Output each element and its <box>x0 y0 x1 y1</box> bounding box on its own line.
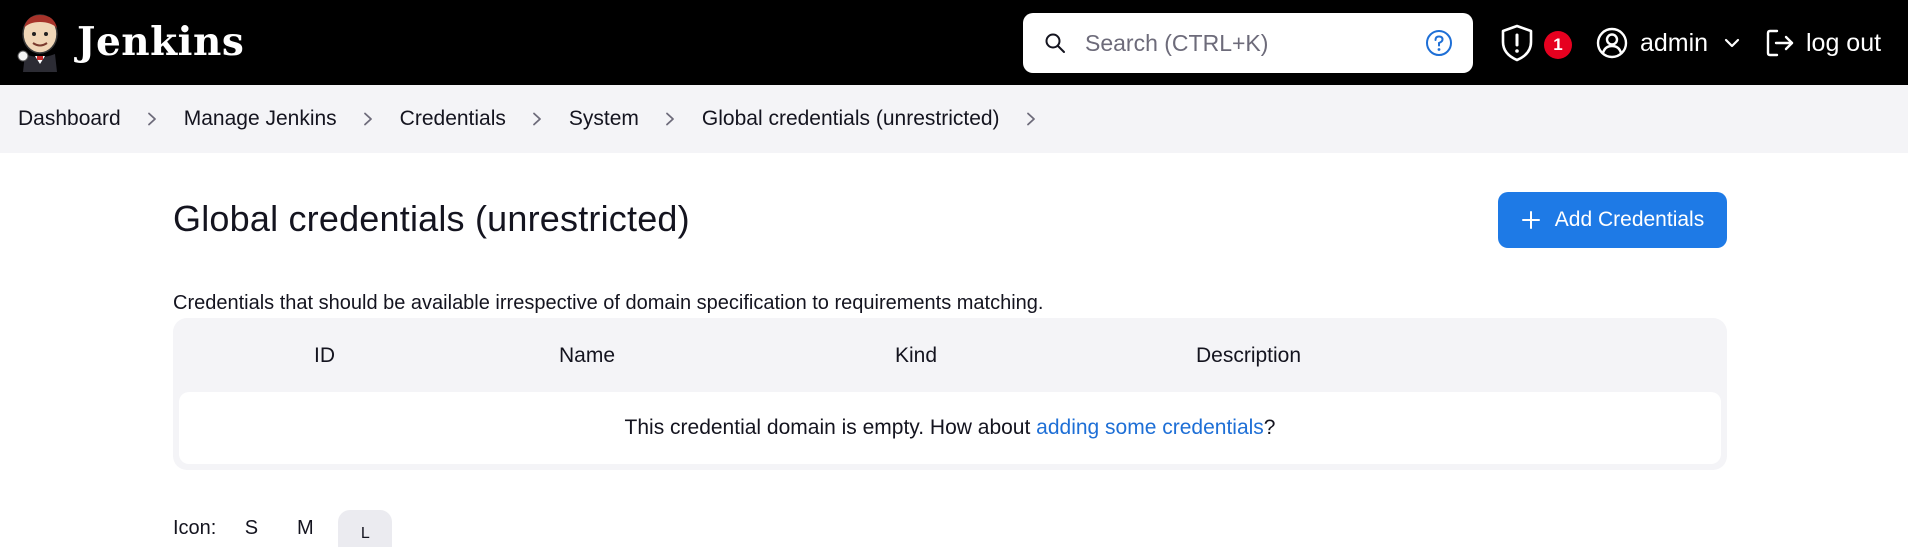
breadcrumb-dashboard[interactable]: Dashboard <box>18 107 121 131</box>
icon-size-label: Icon: <box>173 517 217 539</box>
search-input[interactable] <box>1085 25 1415 61</box>
empty-state-text: This credential domain is empty. How abo… <box>624 416 1037 439</box>
logout-label: log out <box>1806 28 1882 57</box>
breadcrumb-system[interactable]: System <box>569 107 639 131</box>
breadcrumb-credentials[interactable]: Credentials <box>400 107 506 131</box>
security-alerts-button[interactable]: 1 <box>1500 24 1572 62</box>
empty-state-suffix: ? <box>1263 416 1276 439</box>
column-header-kind[interactable]: Kind <box>895 344 937 368</box>
jenkins-logo-icon <box>17 14 58 72</box>
search-icon <box>1045 33 1065 53</box>
chevron-right-icon[interactable] <box>530 112 544 126</box>
page-title: Global credentials (unrestricted) <box>173 198 690 239</box>
user-name: admin <box>1640 28 1709 57</box>
chevron-right-icon[interactable] <box>145 112 159 126</box>
user-menu[interactable]: admin <box>1596 22 1742 64</box>
add-credentials-link[interactable]: adding some credentials <box>1036 416 1264 440</box>
add-credentials-button[interactable]: Add Credentials <box>1498 192 1727 248</box>
icon-size-small[interactable]: S <box>224 517 278 540</box>
help-icon[interactable] <box>1425 29 1453 57</box>
breadcrumb-global-credentials[interactable]: Global credentials (unrestricted) <box>702 107 1000 131</box>
search-box <box>1023 13 1473 73</box>
logout-icon <box>1766 29 1794 57</box>
user-icon <box>1596 27 1628 59</box>
column-header-description[interactable]: Description <box>1196 344 1301 368</box>
brand-name: Jenkins <box>77 19 245 65</box>
credentials-table: ID Name Kind Description This credential… <box>173 318 1727 470</box>
chevron-down-icon <box>1724 38 1740 48</box>
chevron-right-icon[interactable] <box>663 112 677 126</box>
breadcrumb: Dashboard Manage Jenkins Credentials Sys… <box>0 85 1908 153</box>
empty-state-row: This credential domain is empty. How abo… <box>179 392 1721 464</box>
icon-size-selector: Icon: S M L <box>173 510 393 547</box>
chevron-right-icon[interactable] <box>1024 112 1038 126</box>
shield-warning-icon <box>1501 24 1533 62</box>
breadcrumb-manage-jenkins[interactable]: Manage Jenkins <box>184 107 337 131</box>
column-header-id[interactable]: ID <box>314 344 335 368</box>
jenkins-home-link[interactable]: Jenkins <box>17 12 244 72</box>
column-header-name[interactable]: Name <box>559 344 615 368</box>
icon-size-medium[interactable]: M <box>278 517 332 540</box>
logout-button[interactable]: log out <box>1764 22 1881 64</box>
add-credentials-label: Add Credentials <box>1554 208 1705 231</box>
top-header: Jenkins 1 admin <box>0 0 1908 85</box>
icon-size-large[interactable]: L <box>338 510 393 547</box>
plus-icon <box>1521 211 1540 229</box>
domain-description: Credentials that should be available irr… <box>173 292 1044 314</box>
chevron-right-icon[interactable] <box>361 112 375 126</box>
security-badge: 1 <box>1544 31 1572 59</box>
